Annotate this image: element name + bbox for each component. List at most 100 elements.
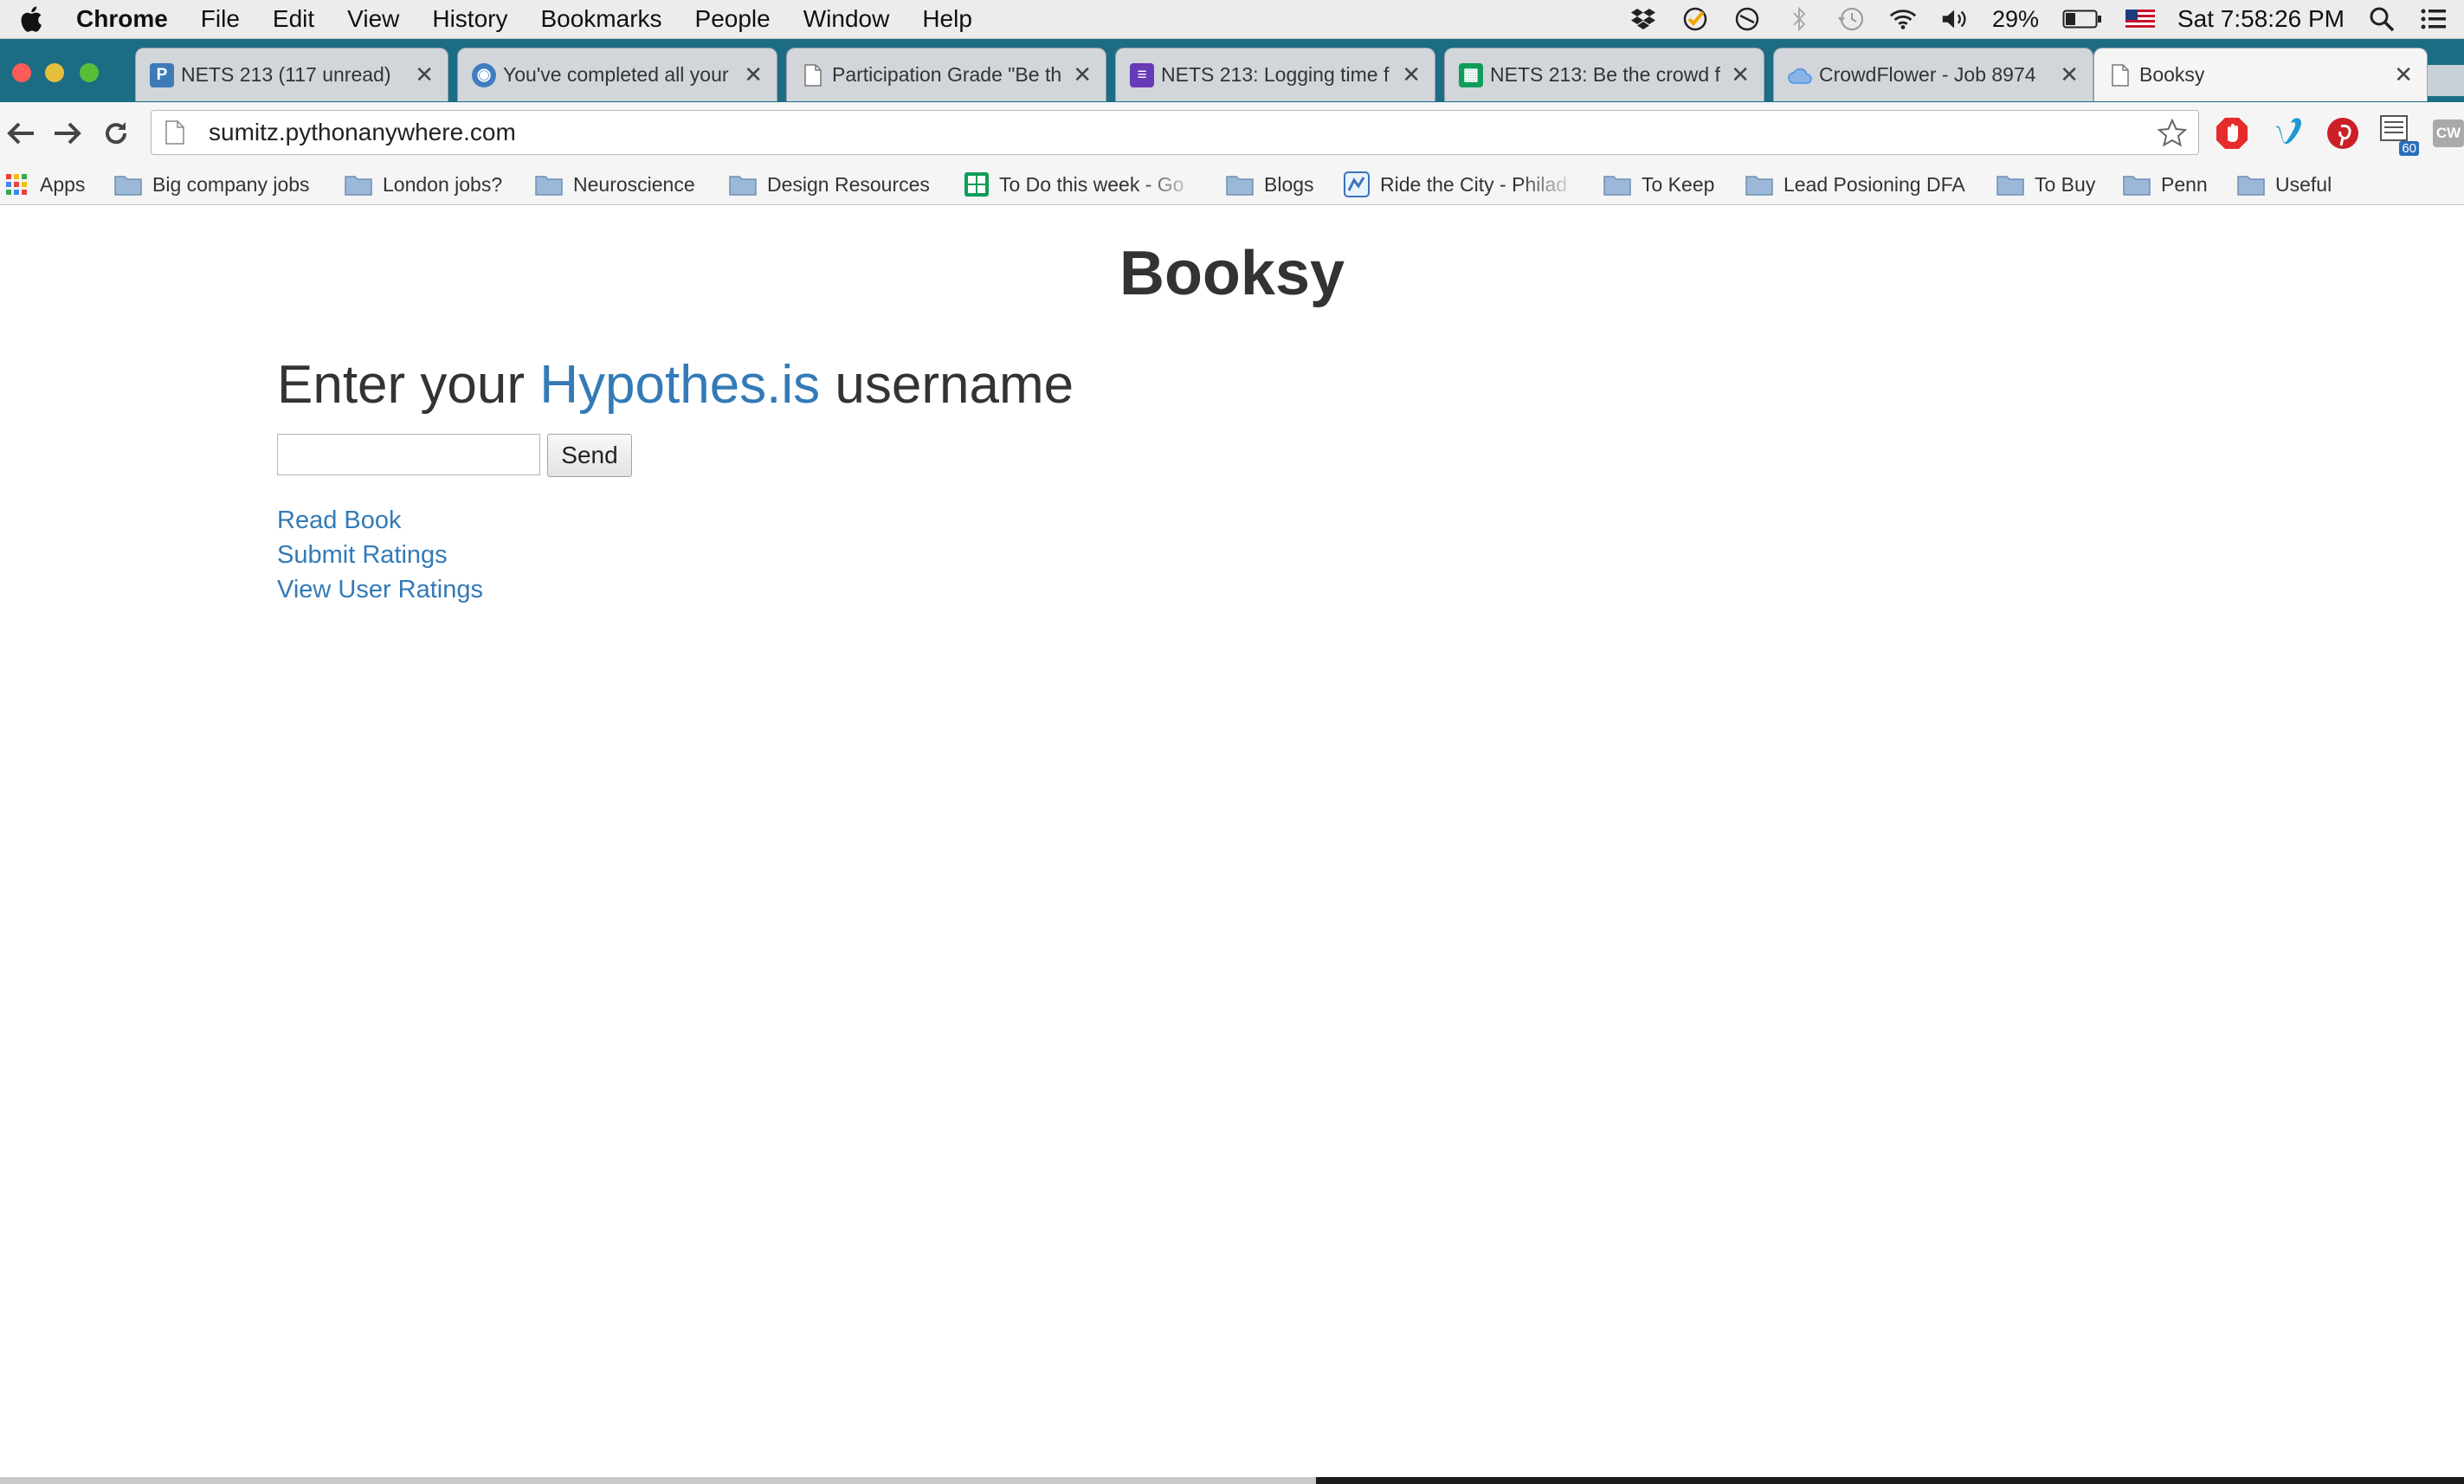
bookmark-neuroscience[interactable]: Neuroscience bbox=[535, 171, 695, 198]
tab-title: NETS 213: Be the crowd f bbox=[1490, 63, 1720, 86]
sheets-icon bbox=[964, 172, 989, 197]
menu-window[interactable]: Window bbox=[803, 5, 890, 33]
url-text[interactable]: sumitz.pythonanywhere.com bbox=[209, 119, 516, 146]
notification-list-icon[interactable] bbox=[2419, 4, 2448, 34]
apps-icon bbox=[6, 174, 27, 195]
folder-icon bbox=[114, 176, 142, 196]
vimeo-icon[interactable] bbox=[2268, 114, 2306, 152]
close-icon[interactable]: ✕ bbox=[2394, 61, 2413, 88]
bookmark-apps[interactable]: Apps bbox=[5, 171, 85, 198]
menu-bookmarks[interactable]: Bookmarks bbox=[540, 5, 661, 33]
tab-completed[interactable]: ◉ You've completed all your ✕ bbox=[457, 48, 777, 101]
folder-icon bbox=[2123, 176, 2151, 196]
bookmark-label: Big company jobs bbox=[152, 172, 310, 196]
submit-ratings-link[interactable]: Submit Ratings bbox=[277, 538, 483, 572]
menu-view[interactable]: View bbox=[347, 5, 399, 33]
nav-links: Read Book Submit Ratings View User Ratin… bbox=[277, 503, 483, 607]
status-area: 29% Sat 7:58:26 PM bbox=[1629, 0, 2448, 38]
globe-icon: ◉ bbox=[472, 62, 496, 87]
forward-button[interactable] bbox=[48, 114, 87, 152]
bookmark-label: To Buy bbox=[2035, 172, 2096, 196]
block-icon[interactable] bbox=[1732, 4, 1762, 34]
us-flag-icon[interactable] bbox=[2125, 4, 2155, 34]
send-button[interactable]: Send bbox=[547, 434, 632, 477]
tab-logging-time[interactable]: ≡ NETS 213: Logging time f ✕ bbox=[1115, 48, 1435, 101]
bookmark-star-icon[interactable] bbox=[2157, 118, 2188, 149]
menu-file[interactable]: File bbox=[201, 5, 240, 33]
bookmark-label: Neuroscience bbox=[573, 172, 695, 196]
bookmark-blogs[interactable]: Blogs bbox=[1226, 171, 1314, 198]
apple-icon[interactable] bbox=[17, 4, 43, 34]
folder-icon bbox=[1226, 176, 1254, 196]
back-button[interactable] bbox=[2, 114, 40, 152]
bookmark-to-keep[interactable]: To Keep bbox=[1603, 171, 1714, 198]
tab-piazza[interactable]: P NETS 213 (117 unread) ✕ bbox=[135, 48, 448, 101]
bookmark-label: To Keep bbox=[1642, 172, 1715, 196]
battery-icon[interactable] bbox=[2061, 4, 2103, 34]
reload-button[interactable] bbox=[97, 114, 135, 152]
menu-bar: Chrome File Edit View History Bookmarks … bbox=[0, 0, 2464, 39]
wifi-icon[interactable] bbox=[1888, 4, 1918, 34]
tab-crowdflower[interactable]: CrowdFlower - Job 8974 ✕ bbox=[1773, 48, 2093, 101]
read-book-link[interactable]: Read Book bbox=[277, 503, 483, 538]
tab-booksy[interactable]: Booksy ✕ bbox=[2093, 48, 2428, 101]
bookmark-design-resources[interactable]: Design Resources bbox=[729, 171, 930, 198]
view-user-ratings-link[interactable]: View User Ratings bbox=[277, 572, 483, 607]
adblock-icon[interactable] bbox=[2213, 114, 2251, 152]
tab-participation[interactable]: Participation Grade "Be th ✕ bbox=[786, 48, 1106, 101]
tab-title: NETS 213: Logging time f bbox=[1161, 63, 1390, 86]
bookmark-ride-the-city[interactable]: Ride the City - Philad bbox=[1344, 171, 1577, 198]
close-icon[interactable]: ✕ bbox=[1731, 61, 1750, 88]
piazza-icon: P bbox=[150, 62, 174, 87]
menu-help[interactable]: Help bbox=[922, 5, 972, 33]
extension-60-icon[interactable]: 60 bbox=[2379, 114, 2419, 156]
close-window-button[interactable] bbox=[12, 63, 31, 82]
menu-edit[interactable]: Edit bbox=[273, 5, 314, 33]
cw-icon[interactable]: CW bbox=[2432, 114, 2464, 152]
page-content: Booksy Enter your Hypothes.is username S… bbox=[0, 205, 2464, 1478]
close-icon[interactable]: ✕ bbox=[744, 61, 763, 88]
volume-icon[interactable] bbox=[1940, 4, 1970, 34]
minimize-window-button[interactable] bbox=[45, 63, 64, 82]
bookmark-big-company-jobs[interactable]: Big company jobs bbox=[114, 171, 310, 198]
bookmark-lead-posioning-dfa[interactable]: Lead Posioning DFA bbox=[1745, 171, 1965, 198]
bookmark-to-buy[interactable]: To Buy bbox=[1996, 171, 2095, 198]
bookmark-useful[interactable]: Useful bbox=[2237, 171, 2332, 198]
hypothesis-link[interactable]: Hypothes.is bbox=[539, 355, 820, 415]
bluetooth-icon[interactable] bbox=[1784, 4, 1814, 34]
pinterest-icon[interactable] bbox=[2324, 114, 2362, 152]
close-icon[interactable]: ✕ bbox=[415, 61, 434, 88]
close-icon[interactable]: ✕ bbox=[2060, 61, 2079, 88]
prompt-text-after: username bbox=[820, 355, 1074, 415]
folder-icon bbox=[2237, 176, 2265, 196]
tab-title: CrowdFlower - Job 8974 bbox=[1819, 63, 2036, 86]
folder-icon bbox=[1603, 176, 1631, 196]
dock-edge-left bbox=[0, 1477, 1316, 1484]
bookmark-to-do-this-week[interactable]: To Do this week - Go bbox=[964, 171, 1200, 198]
close-icon[interactable]: ✕ bbox=[1402, 61, 1421, 88]
tab-be-the-crowd[interactable]: ▦ NETS 213: Be the crowd f ✕ bbox=[1444, 48, 1764, 101]
zoom-window-button[interactable] bbox=[80, 63, 99, 82]
close-icon[interactable]: ✕ bbox=[1073, 61, 1092, 88]
tab-title: Participation Grade "Be th bbox=[832, 63, 1062, 86]
tab-title: NETS 213 (117 unread) bbox=[181, 63, 391, 86]
dock-edge-right bbox=[1316, 1477, 2464, 1484]
menu-app-chrome[interactable]: Chrome bbox=[76, 5, 168, 33]
address-bar[interactable]: sumitz.pythonanywhere.com bbox=[151, 110, 2199, 155]
bookmark-london-jobs[interactable]: London jobs? bbox=[345, 171, 502, 198]
page-title: Booksy bbox=[1119, 239, 1345, 308]
dropbox-icon[interactable] bbox=[1629, 4, 1658, 34]
bookmark-label: Lead Posioning DFA bbox=[1783, 172, 1965, 196]
prompt-text-before: Enter your bbox=[277, 355, 540, 415]
spotlight-icon[interactable] bbox=[2367, 4, 2396, 34]
clock[interactable]: Sat 7:58:26 PM bbox=[2177, 5, 2345, 33]
time-machine-icon[interactable] bbox=[1836, 4, 1866, 34]
menu-people[interactable]: People bbox=[695, 5, 771, 33]
sheets-icon: ▦ bbox=[1459, 62, 1483, 87]
username-input[interactable] bbox=[277, 434, 540, 475]
bookmark-penn[interactable]: Penn bbox=[2123, 171, 2208, 198]
folder-icon bbox=[1745, 176, 1773, 196]
new-tab-button[interactable] bbox=[2424, 65, 2464, 96]
menu-history[interactable]: History bbox=[432, 5, 507, 33]
checkmark-icon[interactable] bbox=[1680, 4, 1710, 34]
